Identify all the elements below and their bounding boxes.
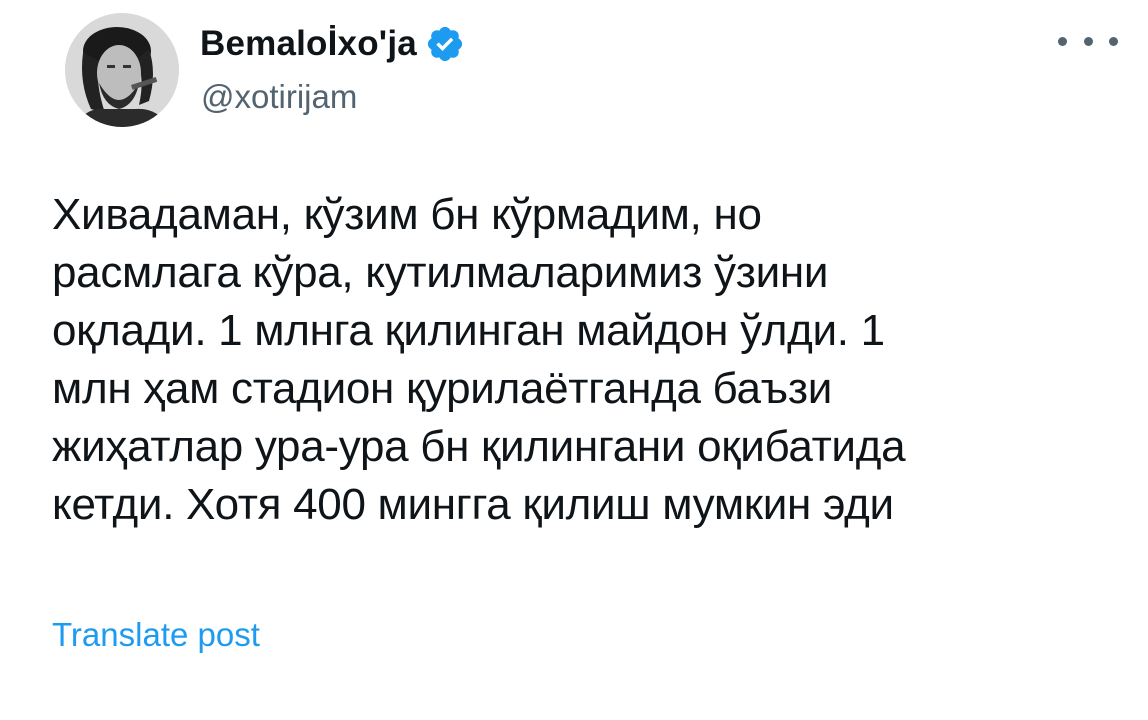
author-name-row: Bemaloİxo'ja	[200, 18, 465, 70]
more-horizontal-icon	[1058, 36, 1067, 46]
tweet-text: Хивадаман, кўзим бн кўрмадим, но расмлаг…	[52, 186, 1132, 534]
more-options-button[interactable]	[1058, 26, 1118, 56]
translate-post-link[interactable]: Translate post	[52, 616, 260, 654]
tweet-text-line: кетди. Хотя 400 мингга қилиш мумкин эди	[52, 480, 894, 529]
tweet-text-line: млн ҳам стадион қурилаётганда баъзи	[52, 364, 832, 413]
author-display-name[interactable]: Bemaloİxo'ja	[200, 24, 417, 64]
tweet-text-line: жиҳатлар ура-ура бн қилингани оқибатида	[52, 422, 906, 471]
more-horizontal-icon-dot	[1109, 36, 1118, 46]
tweet-text-line: оқлади. 1 млнга қилинган майдон ўлди. 1	[52, 306, 885, 355]
avatar-photo	[65, 13, 179, 127]
avatar[interactable]	[65, 13, 179, 127]
more-horizontal-icon-dot	[1083, 36, 1093, 46]
author-handle[interactable]: @xotirijam	[201, 78, 357, 116]
tweet-text-line: Хивадаман, кўзим бн кўрмадим, но	[52, 190, 762, 239]
tweet-text-line: расмлага кўра, кутилмаларимиз ўзини	[52, 248, 829, 297]
tweet: Bemaloİxo'ja @xotirijam Хивадаман, кўзим…	[0, 0, 1148, 720]
verified-badge-icon	[425, 24, 465, 64]
